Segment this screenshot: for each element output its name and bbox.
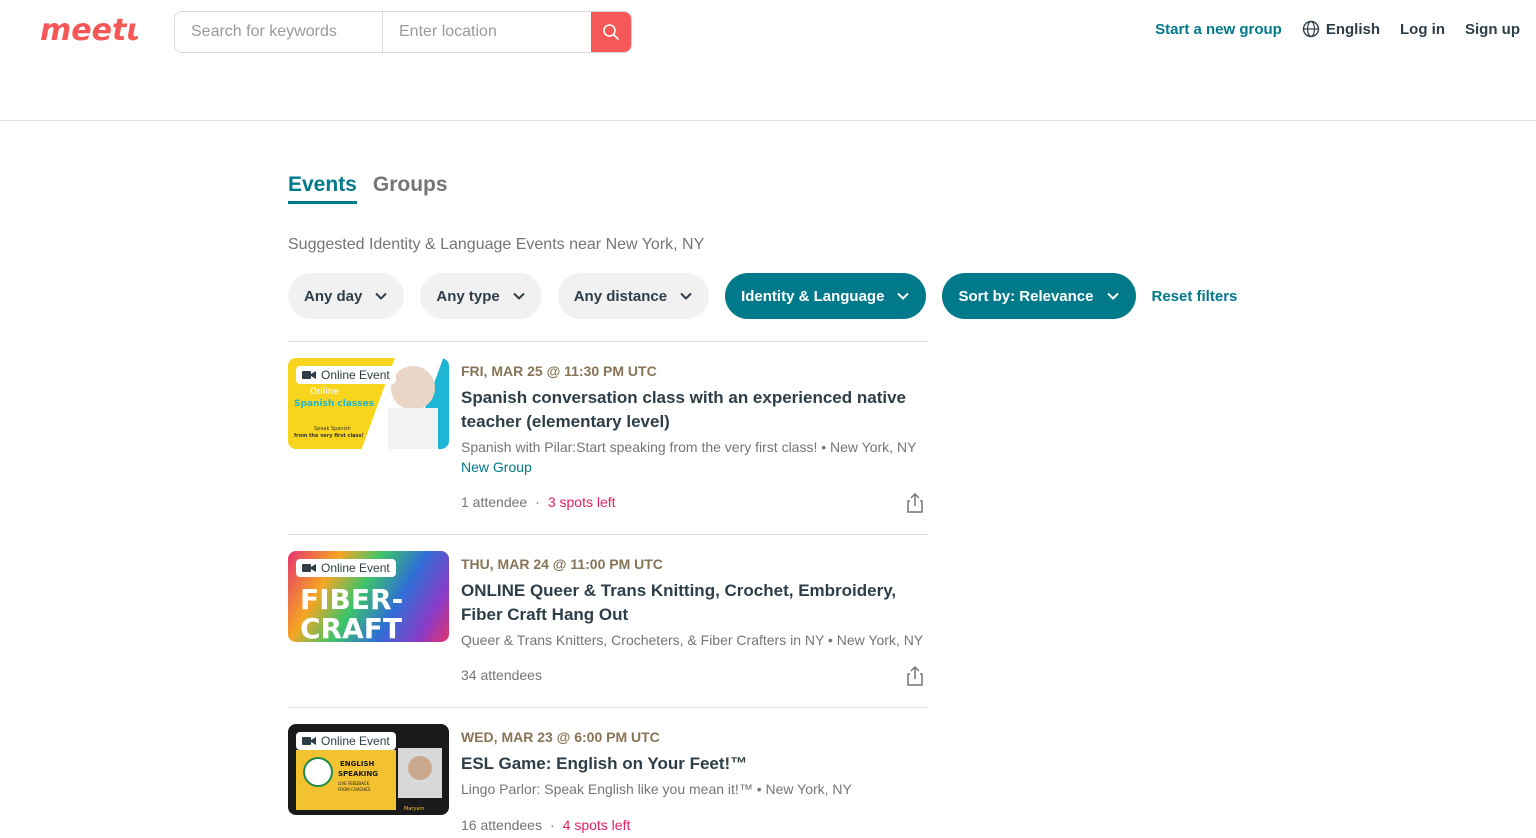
thumb-text: Online <box>310 387 339 397</box>
thumb-text: Speak Spanish <box>314 426 351 432</box>
thumb-text: Spanish classes <box>294 399 374 409</box>
thumb-text: Maryam <box>404 806 424 812</box>
filter-label: Identity & Language <box>741 287 885 305</box>
filter-category[interactable]: Identity & Language <box>725 273 927 319</box>
event-info: THU, MAR 24 @ 11:00 PM UTC ONLINE Queer … <box>461 551 925 648</box>
attendee-count: 1 attendee <box>461 494 528 510</box>
suggestion-heading: Suggested Identity & Language Events nea… <box>288 236 705 253</box>
reset-filters-link[interactable]: Reset filters <box>1152 288 1238 305</box>
thumb-text: LIVE FEEDBACK <box>338 781 370 786</box>
filter-sort[interactable]: Sort by: Relevance <box>942 273 1136 319</box>
site-header: meetup Start a new group English Log in … <box>0 0 1536 121</box>
event-title[interactable]: ONLINE Queer & Trans Knitting, Crochet, … <box>461 579 925 627</box>
event-title[interactable]: ESL Game: English on Your Feet!™ <box>461 752 925 776</box>
share-icon[interactable] <box>904 492 926 514</box>
event-thumbnail[interactable]: Online Spanish classes Speak Spanish fro… <box>288 358 449 449</box>
location-input[interactable] <box>383 12 591 52</box>
globe-icon <box>1302 20 1320 38</box>
meta-separator: · <box>549 817 555 833</box>
filter-any-distance[interactable]: Any distance <box>557 273 710 319</box>
meetup-logo[interactable]: meetup <box>38 12 138 52</box>
spots-left: 4 spots left <box>562 817 631 833</box>
language-selector[interactable]: English <box>1302 20 1380 38</box>
event-thumbnail[interactable]: ENGLISH SPEAKING LIVE FEEDBACK FROM COAC… <box>288 724 449 815</box>
logo-text: meetup <box>40 13 138 48</box>
keyword-search-input[interactable] <box>175 12 383 52</box>
event-group[interactable]: Queer & Trans Knitters, Crocheters, & Fi… <box>461 632 925 648</box>
header-nav: Start a new group English Log in Sign up <box>1155 20 1520 38</box>
filter-bar: Any day Any type Any distance Identity &… <box>288 273 1237 319</box>
chevron-down-icon <box>513 292 525 300</box>
filter-any-type[interactable]: Any type <box>420 273 542 319</box>
event-date: THU, MAR 24 @ 11:00 PM UTC <box>461 556 663 572</box>
event-title[interactable]: Spanish conversation class with an exper… <box>461 386 925 434</box>
thumb-text: SPEAKING <box>338 770 378 778</box>
thumb-text: FROM COACHES <box>338 787 371 792</box>
thumb-text: from the very first class! <box>294 433 364 439</box>
event-group[interactable]: Spanish with Pilar:Start speaking from t… <box>461 439 925 455</box>
filter-any-day[interactable]: Any day <box>288 273 405 319</box>
search-bar <box>174 11 632 53</box>
event-info: WED, MAR 23 @ 6:00 PM UTC ESL Game: Engl… <box>461 724 925 797</box>
event-date: FRI, MAR 25 @ 11:30 PM UTC <box>461 363 657 379</box>
filter-label: Any type <box>436 287 500 305</box>
event-card[interactable]: ENGLISH SPEAKING LIVE FEEDBACK FROM COAC… <box>288 708 928 838</box>
online-event-badge: Online Event <box>296 732 396 750</box>
badge-label: Online Event <box>321 561 390 575</box>
online-event-badge: Online Event <box>296 366 396 384</box>
chevron-down-icon <box>1106 292 1119 300</box>
event-date: WED, MAR 23 @ 6:00 PM UTC <box>461 729 660 745</box>
signup-link[interactable]: Sign up <box>1465 21 1520 38</box>
event-card[interactable]: FIBER- CRAFT Online Event THU, MAR 24 @ … <box>288 535 928 708</box>
chevron-down-icon <box>897 292 910 300</box>
filter-label: Any distance <box>573 287 668 305</box>
tab-events[interactable]: Events <box>288 173 357 204</box>
search-icon <box>603 24 619 40</box>
spots-left: 3 spots left <box>547 494 616 510</box>
online-event-badge: Online Event <box>296 559 396 577</box>
video-camera-icon <box>302 564 316 572</box>
tab-groups[interactable]: Groups <box>373 173 448 204</box>
event-group[interactable]: Lingo Parlor: Speak English like you mea… <box>461 781 925 797</box>
result-tabs: Events Groups <box>288 173 448 204</box>
attendee-count: 34 attendees <box>461 667 542 683</box>
chevron-down-icon <box>680 292 692 300</box>
event-meta: 1 attendee · 3 spots left <box>461 494 616 510</box>
video-camera-icon <box>302 737 316 745</box>
share-icon[interactable] <box>904 665 926 687</box>
language-label: English <box>1325 20 1380 38</box>
attendee-count: 16 attendees <box>461 817 542 833</box>
meta-separator: · <box>535 494 540 510</box>
login-link[interactable]: Log in <box>1400 21 1445 38</box>
event-list: Online Spanish classes Speak Spanish fro… <box>288 341 928 838</box>
event-meta: 16 attendees · 4 spots left <box>461 817 630 833</box>
badge-label: Online Event <box>321 368 390 382</box>
video-camera-icon <box>302 371 316 379</box>
event-info: FRI, MAR 25 @ 11:30 PM UTC Spanish conve… <box>461 358 925 475</box>
new-group-tag: New Group <box>461 459 532 475</box>
event-thumbnail[interactable]: FIBER- CRAFT Online Event <box>288 551 449 642</box>
event-meta: 34 attendees <box>461 667 542 683</box>
thumb-text: ENGLISH <box>340 760 374 768</box>
search-button[interactable] <box>591 12 631 52</box>
thumb-text: CRAFT <box>300 612 402 642</box>
badge-label: Online Event <box>321 734 390 748</box>
event-card[interactable]: Online Spanish classes Speak Spanish fro… <box>288 342 928 535</box>
filter-label: Any day <box>304 287 363 305</box>
chevron-down-icon <box>375 292 388 300</box>
filter-label: Sort by: Relevance <box>958 287 1094 305</box>
start-new-group-link[interactable]: Start a new group <box>1155 21 1282 38</box>
